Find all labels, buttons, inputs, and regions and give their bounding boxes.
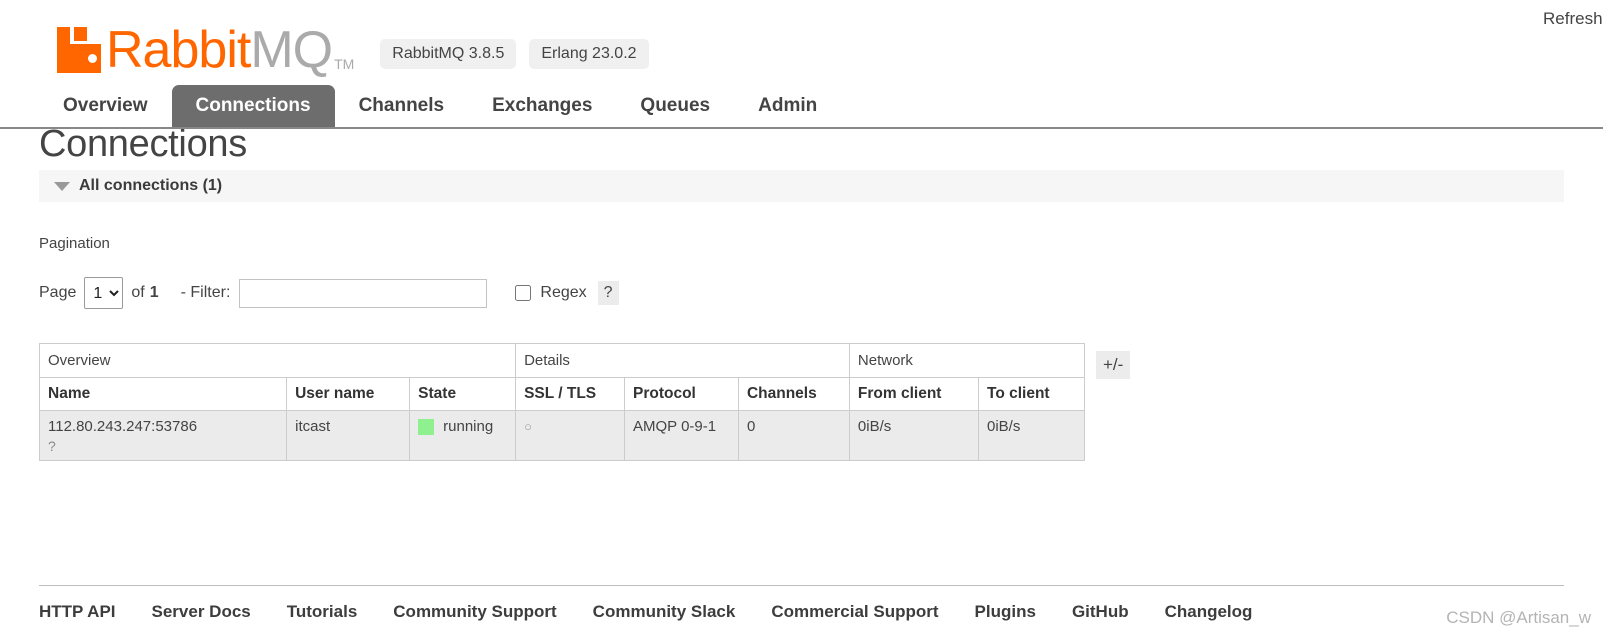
state-color-swatch (418, 418, 435, 435)
total-pages: 1 (149, 284, 159, 301)
pagination-controls: Page 1 of 1 - Filter: Regex ? (39, 277, 1564, 309)
cell-channels: 0 (737, 410, 850, 461)
footer-link-tutorials[interactable]: Tutorials (287, 602, 358, 622)
trademark-label: TM (334, 56, 355, 72)
connection-name-help-icon[interactable]: ? (48, 438, 278, 454)
connections-table: Overview Details Network Name User name … (38, 343, 1086, 461)
cell-to-client: 0iB/s (978, 410, 1085, 461)
cell-from-client: 0iB/s (848, 410, 980, 461)
footer-link-community-slack[interactable]: Community Slack (593, 602, 736, 622)
tab-channels[interactable]: Channels (335, 85, 469, 127)
filter-input[interactable] (239, 278, 488, 308)
regex-checkbox[interactable] (515, 285, 532, 301)
page-select[interactable]: 1 (84, 277, 124, 309)
logo-mq-text: MQ (250, 21, 333, 79)
column-header-ssl-tls[interactable]: SSL / TLS (515, 377, 625, 411)
logo-row: RabbitMQ TM RabbitMQ 3.8.5 Erlang 23.0.2 (0, 14, 1603, 76)
table-group-header-row: Overview Details Network (38, 343, 1086, 378)
rabbitmq-logo-icon (57, 27, 101, 73)
cell-connection-name[interactable]: 112.80.243.247:53786 ? (38, 410, 288, 461)
tab-exchanges[interactable]: Exchanges (468, 85, 616, 127)
ssl-false-icon: ○ (524, 419, 532, 434)
page-label: Page (39, 284, 77, 301)
main-content: Connections All connections (1) Paginati… (0, 122, 1603, 461)
cell-state: running (409, 410, 517, 461)
column-header-from-client[interactable]: From client (848, 377, 980, 411)
toggle-columns-button[interactable]: +/- (1096, 351, 1131, 379)
column-header-user-name[interactable]: User name (286, 377, 411, 411)
all-connections-section-header[interactable]: All connections (1) (39, 170, 1564, 202)
column-header-channels[interactable]: Channels (737, 377, 850, 411)
group-header-details: Details (515, 343, 850, 378)
logo-rabbit-text: Rabbit (106, 21, 251, 79)
main-nav: Overview Connections Channels Exchanges … (0, 85, 1603, 129)
rabbitmq-version-badge: RabbitMQ 3.8.5 (380, 39, 517, 69)
of-label: of (131, 284, 145, 301)
filter-label: - Filter: (180, 284, 231, 301)
refresh-label[interactable]: Refresh (1543, 9, 1603, 28)
cell-user-name: itcast (286, 410, 411, 461)
tab-overview[interactable]: Overview (39, 85, 172, 127)
nav-tabs: Overview Connections Channels Exchanges … (39, 85, 1603, 127)
footer-link-server-docs[interactable]: Server Docs (152, 602, 251, 622)
group-header-network: Network (848, 343, 1086, 378)
footer-links: HTTP API Server Docs Tutorials Community… (39, 585, 1564, 640)
logo-wordmark[interactable]: RabbitMQ (106, 21, 333, 79)
group-header-overview: Overview (38, 343, 517, 378)
connections-table-area: Overview Details Network Name User name … (38, 343, 1564, 461)
footer-link-http-api[interactable]: HTTP API (39, 602, 116, 622)
regex-group: Regex ? (515, 281, 619, 305)
page-footer: HTTP API Server Docs Tutorials Community… (0, 585, 1603, 640)
table-column-header-row: Name User name State SSL / TLS Protocol … (38, 377, 1085, 411)
table-row[interactable]: 112.80.243.247:53786 ? itcast running ○ … (38, 410, 1085, 461)
cell-protocol: AMQP 0-9-1 (624, 410, 739, 461)
tab-queues[interactable]: Queues (616, 85, 734, 127)
footer-link-changelog[interactable]: Changelog (1165, 602, 1253, 622)
column-header-name[interactable]: Name (38, 377, 288, 411)
column-header-to-client[interactable]: To client (978, 377, 1085, 411)
tab-admin[interactable]: Admin (734, 85, 841, 127)
footer-link-community-support[interactable]: Community Support (393, 602, 556, 622)
app-header: RabbitMQ TM RabbitMQ 3.8.5 Erlang 23.0.2… (0, 0, 1603, 129)
erlang-version-badge: Erlang 23.0.2 (529, 39, 649, 69)
all-connections-label: All connections (1) (79, 177, 223, 194)
cell-ssl-tls: ○ (515, 410, 625, 461)
regex-help-icon[interactable]: ? (597, 281, 619, 305)
state-label: running (443, 418, 494, 435)
footer-link-commercial-support[interactable]: Commercial Support (771, 602, 938, 622)
tab-connections[interactable]: Connections (171, 85, 335, 127)
connection-name-link[interactable]: 112.80.243.247:53786 (48, 418, 197, 435)
pagination-heading: Pagination (39, 235, 110, 252)
footer-link-github[interactable]: GitHub (1072, 602, 1129, 622)
chevron-down-icon[interactable] (54, 181, 70, 191)
footer-link-plugins[interactable]: Plugins (975, 602, 1036, 622)
version-badges: RabbitMQ 3.8.5 Erlang 23.0.2 (380, 39, 649, 69)
regex-label: Regex (540, 284, 587, 301)
refresh-area: Refresh (1543, 9, 1603, 29)
column-header-state[interactable]: State (409, 377, 517, 411)
column-header-protocol[interactable]: Protocol (624, 377, 739, 411)
